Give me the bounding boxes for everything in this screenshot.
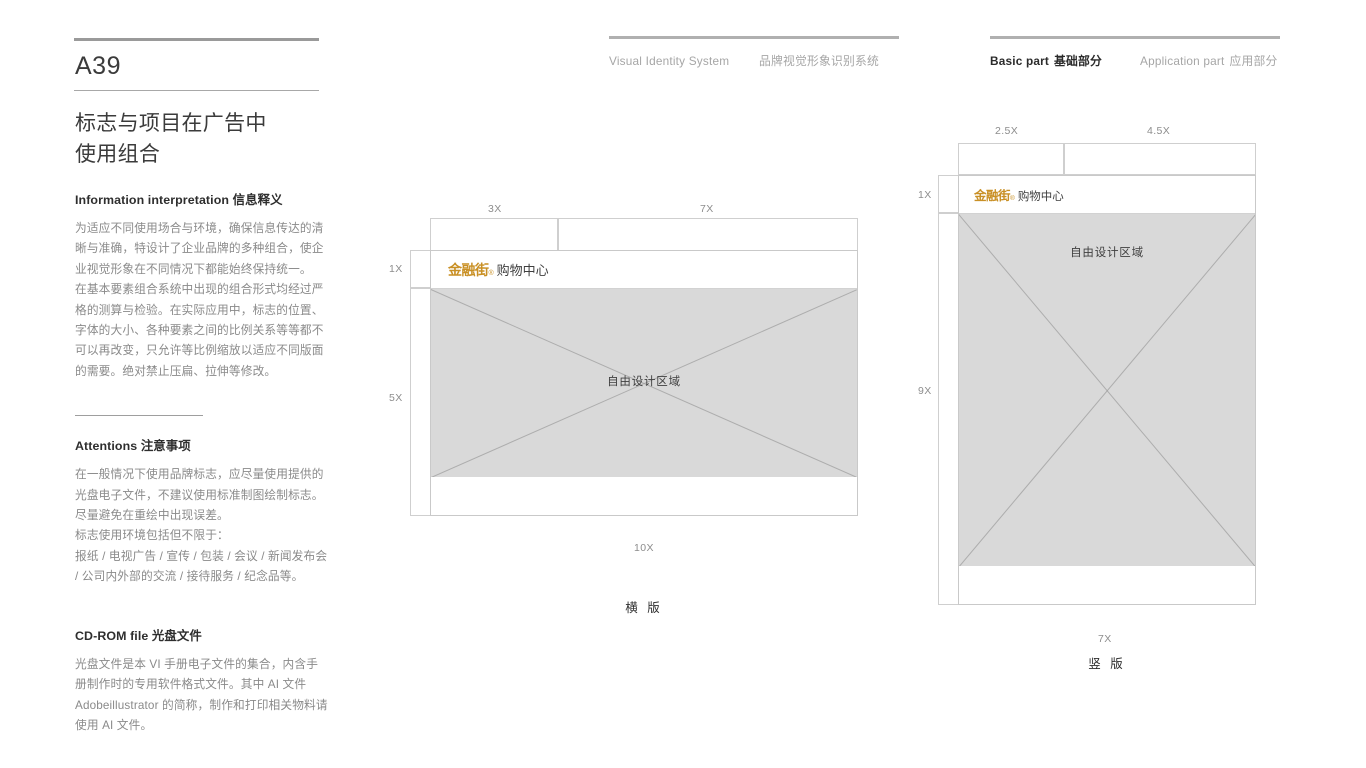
dim-horizontal-top-left: 3X — [488, 203, 502, 215]
section3-heading-cn: 光盘文件 — [151, 628, 202, 643]
dim-vertical-left-9x: 9X — [918, 385, 932, 397]
dim-vertical-left-1x: 1X — [918, 189, 932, 201]
dim-vertical-bottom-7x: 7X — [1098, 633, 1112, 645]
header-item-app-cn: 应用部分 — [1229, 54, 1278, 68]
brand-logo-horizontal: 金融街 ® 购物中心 — [448, 260, 549, 280]
header-item-brand-vis-cn[interactable]: 品牌视觉形象识别系统 — [759, 52, 879, 69]
header-item-basic-cn: 基础部分 — [1054, 54, 1103, 68]
section2-paragraph-3: 报纸 / 电视广告 / 宣传 / 包装 / 会议 / 新闻发布会 / 公司内外部… — [75, 549, 328, 584]
page-title-line1: 标志与项目在广告中 — [75, 112, 267, 135]
page-title: 标志与项目在广告中 使用组合 — [74, 91, 329, 170]
dim-horizontal-left-1x: 1X — [389, 263, 403, 275]
page-code: A39 — [75, 52, 121, 80]
section-heading-information: Information interpretation 信息释义 — [75, 190, 329, 208]
dim-horizontal-left-5x: 5X — [389, 392, 403, 404]
header-item-vis-en: Visual Identity System — [609, 54, 730, 68]
section-heading-attentions: Attentions 注意事项 — [75, 436, 329, 454]
header-item-visual-identity-system[interactable]: Visual Identity System — [609, 54, 759, 68]
horizontal-design-area-label: 自由设计区域 — [607, 376, 681, 388]
meas-vertical-top-45x — [1064, 143, 1256, 175]
section2-heading-cn: 注意事项 — [140, 439, 191, 454]
attentions-divider-rule — [75, 415, 203, 417]
registered-trademark-icon: ® — [488, 269, 494, 277]
section1-heading-cn: 信息释义 — [232, 193, 283, 207]
vertical-layout-card: 金融街 ® 购物中心 自由设计区域 — [958, 175, 1256, 605]
header-item-application-part[interactable]: Application part 应用部分 — [1140, 52, 1278, 69]
meas-vertical-top-25x — [958, 143, 1064, 175]
section1-paragraph-2: 在基本要素组合系统中出现的组合形式均经过严格的测算与检验。在实际应用中，标志的位… — [75, 283, 324, 378]
section-heading-cdrom: CD-ROM file 光盘文件 — [75, 626, 329, 644]
vertical-caption: 竖 版 — [1088, 657, 1126, 671]
section1-body: 为适应不同使用场合与环境，确保信息传达的清晰与准确，特设计了企业品牌的多种组合，… — [75, 219, 329, 382]
header-item-basic-part[interactable]: Basic part 基础部分 — [990, 52, 1140, 69]
meas-vertical-left-9x — [938, 213, 960, 605]
section3-body: 光盘文件是本 VI 手册电子文件的集合，内含手册制作时的专用软件格式文件。其中 … — [75, 655, 329, 737]
dim-vertical-top-left: 2.5X — [995, 125, 1019, 137]
section2-paragraph-1: 在一般情况下使用品牌标志，应尽量使用提供的光盘电子文件，不建议使用标准制图绘制标… — [75, 468, 324, 523]
section3-heading-en: CD-ROM file — [75, 628, 149, 643]
horizontal-caption: 横 版 — [625, 601, 663, 615]
header-group-identity: Visual Identity System 品牌视觉形象识别系统 — [609, 36, 909, 69]
registered-trademark-icon-vertical: ® — [1010, 195, 1015, 202]
horizontal-logo-band: 金融街 ® 购物中心 — [431, 251, 857, 289]
header-group-part: Basic part 基础部分 Application part 应用部分 — [990, 36, 1290, 69]
section3-paragraph-1: 光盘文件是本 VI 手册电子文件的集合，内含手册制作时的专用软件格式文件。其中 … — [75, 657, 328, 732]
logo-mark-text-vertical: 金融街 — [974, 188, 1011, 203]
logo-mark-text: 金融街 — [448, 262, 489, 279]
vertical-design-area-label: 自由设计区域 — [1070, 247, 1144, 259]
page-title-line2: 使用组合 — [75, 143, 161, 166]
section2-body: 在一般情况下使用品牌标志，应尽量使用提供的光盘电子文件，不建议使用标准制图绘制标… — [75, 465, 329, 587]
section2-heading-en: Attentions — [75, 439, 138, 454]
header-item-vis-cn: 品牌视觉形象识别系统 — [759, 54, 879, 68]
header-item-basic-en: Basic part — [990, 54, 1050, 68]
section1-paragraph-1: 为适应不同使用场合与环境，确保信息传达的清晰与准确，特设计了企业品牌的多种组合，… — [75, 222, 324, 276]
horizontal-free-design-area: 自由设计区域 — [431, 289, 857, 477]
dim-horizontal-bottom-10x: 10X — [634, 542, 654, 554]
logo-sub-text: 购物中心 — [496, 262, 549, 278]
dim-vertical-top-right: 4.5X — [1147, 125, 1171, 137]
section2-paragraph-2: 标志使用环境包括但不限于： — [75, 529, 229, 543]
header-item-app-en2: Application part — [1140, 54, 1225, 68]
dim-horizontal-top-right: 7X — [700, 203, 714, 215]
brand-logo-vertical: 金融街 ® 购物中心 — [974, 185, 1064, 204]
logo-sub-text-vertical: 购物中心 — [1017, 191, 1064, 203]
horizontal-layout-card: 金融街 ® 购物中心 自由设计区域 — [430, 250, 858, 516]
meas-vertical-left-1x — [938, 175, 960, 213]
left-info-column: A39 标志与项目在广告中 使用组合 Information interpret… — [74, 38, 329, 736]
vertical-logo-band: 金融街 ® 购物中心 — [959, 176, 1255, 214]
section1-heading-en: Information interpretation — [75, 193, 230, 207]
vertical-free-design-area: 自由设计区域 — [959, 214, 1255, 566]
